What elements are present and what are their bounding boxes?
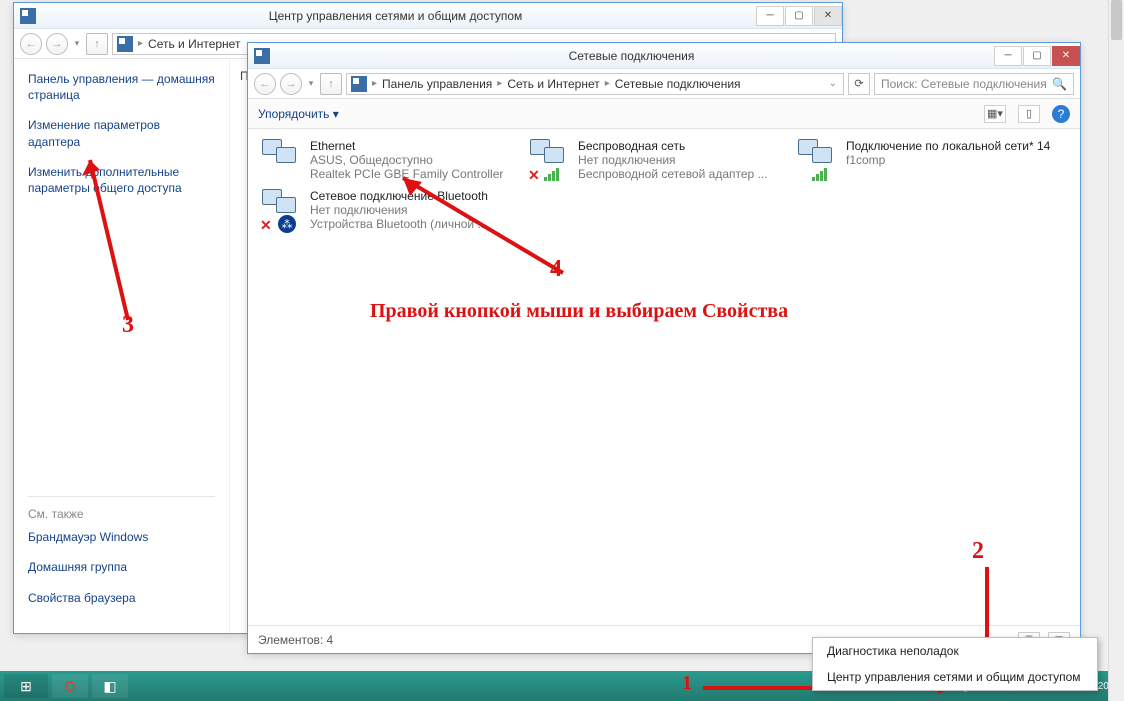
breadcrumb-segment[interactable]: Сеть и Интернет [507, 77, 599, 91]
maximize-button[interactable]: ▢ [1023, 46, 1051, 66]
breadcrumb-segment[interactable]: Сеть и Интернет [148, 37, 240, 51]
sidebar: Панель управления — домашняя страница Из… [14, 59, 229, 633]
help-button[interactable]: ? [1052, 105, 1070, 123]
connection-name: Ethernet [310, 139, 503, 153]
connection-icon [262, 139, 302, 179]
sidebar-link-homegroup[interactable]: Домашняя группа [28, 559, 215, 575]
annotation-num-3: 3 [122, 312, 134, 339]
nav-history-dropdown[interactable]: ▾ [72, 38, 82, 49]
refresh-button[interactable]: ⟳ [848, 73, 870, 95]
window-network-connections: Сетевые подключения ─ ▢ ✕ ← → ▾ ↑ ▸ Пане… [247, 42, 1081, 654]
window-title: Сетевые подключения [270, 49, 993, 63]
toolbar: Упорядочить ▾ ▦▾ ▯ ? [248, 99, 1080, 129]
sidebar-link-firewall[interactable]: Брандмауэр Windows [28, 529, 215, 545]
start-button[interactable]: ⊞ [4, 674, 48, 698]
sidebar-home-link[interactable]: Панель управления — домашняя страница [28, 71, 215, 103]
window-title: Центр управления сетями и общим доступом [36, 9, 755, 23]
breadcrumb-dropdown[interactable]: ⌄ [827, 78, 839, 89]
path-icon [351, 76, 367, 92]
search-icon: 🔍 [1052, 77, 1067, 91]
path-icon [117, 36, 133, 52]
organize-button[interactable]: Упорядочить ▾ [258, 107, 339, 121]
breadcrumb-segment[interactable]: Панель управления [382, 77, 492, 91]
item-count: Элементов: 4 [258, 633, 333, 647]
connection-name: Подключение по локальной сети* 14 [846, 139, 1050, 153]
connections-area[interactable]: EthernetASUS, ОбщедоступноRealtek PCIe G… [248, 129, 1080, 625]
connection-item[interactable]: Подключение по локальной сети* 14f1comp [798, 139, 1054, 181]
search-placeholder: Поиск: Сетевые подключения [881, 77, 1047, 91]
ctx-diagnose[interactable]: Диагностика неполадок [813, 638, 1097, 664]
browser-scrollbar[interactable] [1108, 0, 1124, 701]
tray-context-menu: Диагностика неполадок Центр управления с… [812, 637, 1098, 691]
connection-status: Нет подключения [578, 153, 768, 167]
annotation-num-2: 2 [972, 538, 984, 565]
minimize-button[interactable]: ─ [994, 46, 1022, 66]
taskbar-app-icon[interactable]: ◧ [92, 674, 128, 698]
nav-forward-button[interactable]: → [280, 73, 302, 95]
sidebar-link-browser-props[interactable]: Свойства браузера [28, 590, 215, 606]
connection-name: Беспроводная сеть [578, 139, 768, 153]
nav-back-button[interactable]: ← [254, 73, 276, 95]
annotation-arrow-3 [78, 150, 138, 330]
ctx-network-center[interactable]: Центр управления сетями и общим доступом [813, 664, 1097, 690]
connection-icon: ✕⁂ [262, 189, 302, 229]
connection-status: ASUS, Общедоступно [310, 153, 503, 167]
sidebar-link-adapter-settings[interactable]: Изменение параметров адаптера [28, 117, 215, 149]
maximize-button[interactable]: ▢ [785, 6, 813, 26]
network-connections-icon [254, 48, 270, 64]
minimize-button[interactable]: ─ [756, 6, 784, 26]
annotation-num-1: 1 [682, 672, 692, 695]
taskbar-opera-icon[interactable]: O [52, 674, 88, 698]
preview-pane-button[interactable]: ▯ [1018, 105, 1040, 123]
connection-device: Беспроводной сетевой адаптер ... [578, 167, 768, 181]
nav-forward-button[interactable]: → [46, 33, 68, 55]
view-options-button[interactable]: ▦▾ [984, 105, 1006, 123]
annotation-text: Правой кнопкой мыши и выбираем Свойства [370, 300, 788, 323]
address-bar: ← → ▾ ↑ ▸ Панель управления ▸ Сеть и Инт… [248, 69, 1080, 99]
close-button[interactable]: ✕ [1052, 46, 1080, 66]
connection-status: f1comp [846, 153, 1050, 167]
breadcrumb-segment[interactable]: Сетевые подключения [615, 77, 741, 91]
nav-up-button[interactable]: ↑ [86, 33, 108, 55]
annotation-num-4: 4 [550, 256, 562, 283]
nav-up-button[interactable]: ↑ [320, 73, 342, 95]
close-button[interactable]: ✕ [814, 6, 842, 26]
nav-back-button[interactable]: ← [20, 33, 42, 55]
breadcrumb[interactable]: ▸ Панель управления ▸ Сеть и Интернет ▸ … [346, 73, 844, 95]
see-also-label: См. также [28, 507, 215, 521]
connection-icon [798, 139, 838, 179]
titlebar[interactable]: Сетевые подключения ─ ▢ ✕ [248, 43, 1080, 69]
nav-history-dropdown[interactable]: ▾ [306, 78, 316, 89]
search-input[interactable]: Поиск: Сетевые подключения 🔍 [874, 73, 1074, 95]
titlebar[interactable]: Центр управления сетями и общим доступом… [14, 3, 842, 29]
network-center-icon [20, 8, 36, 24]
